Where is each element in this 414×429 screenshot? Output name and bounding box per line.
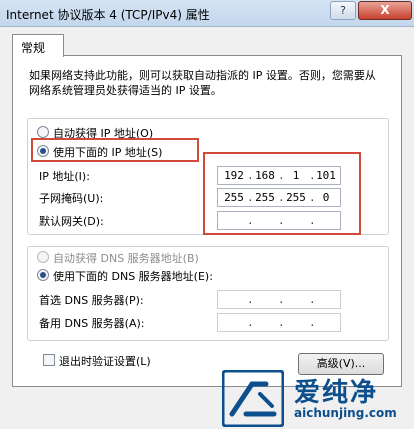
- dot-separator: .: [309, 293, 316, 306]
- validate-settings-label: 退出时验证设置(L): [59, 355, 151, 368]
- auto-dns-radio[interactable]: [37, 251, 49, 263]
- subnet-mask-label: 子网掩码(U):: [39, 192, 104, 205]
- dot-separator: .: [309, 316, 316, 329]
- watermark-text: 爱纯净: [294, 378, 379, 408]
- manual-dns-radio[interactable]: [37, 269, 49, 281]
- gateway-label: 默认网关(D):: [39, 215, 104, 228]
- description-text: 如果网络支持此功能，则可以获取自动指派的 IP 设置。否则，您需要从网络系统管理…: [29, 69, 376, 97]
- manual-ip-highlight: [31, 138, 199, 162]
- window-title: Internet 协议版本 4 (TCP/IPv4) 属性: [6, 8, 210, 22]
- general-panel: 如果网络支持此功能，则可以获取自动指派的 IP 设置。否则，您需要从网络系统管理…: [12, 55, 402, 387]
- help-button[interactable]: ?: [330, 1, 356, 20]
- watermark-url: aichunjing.com: [294, 406, 397, 420]
- manual-dns-label: 使用下面的 DNS 服务器地址(E):: [53, 270, 213, 283]
- ip-address-label: IP 地址(I):: [39, 170, 90, 183]
- title-bar: Internet 协议版本 4 (TCP/IPv4) 属性 ? X: [0, 0, 414, 27]
- aichunjing-logo-icon: [222, 370, 284, 427]
- validate-settings-checkbox[interactable]: [43, 354, 55, 366]
- close-button[interactable]: X: [358, 1, 412, 20]
- preferred-dns-field[interactable]: . . .: [217, 290, 341, 309]
- dot-separator: .: [278, 316, 285, 329]
- dot-separator: .: [278, 293, 285, 306]
- alternate-dns-label: 备用 DNS 服务器(A):: [39, 317, 145, 330]
- dot-separator: .: [247, 293, 254, 306]
- preferred-dns-label: 首选 DNS 服务器(P):: [39, 294, 144, 307]
- dot-separator: .: [247, 316, 254, 329]
- watermark: 爱纯净 aichunjing.com: [222, 370, 414, 429]
- auto-dns-label: 自动获得 DNS 服务器地址(B): [53, 252, 199, 265]
- alternate-dns-field[interactable]: . . .: [217, 313, 341, 332]
- auto-ip-radio[interactable]: [37, 126, 49, 138]
- tab-general[interactable]: 常规: [12, 34, 64, 57]
- tab-general-label: 常规: [21, 41, 46, 55]
- ip-values-highlight: [203, 152, 361, 235]
